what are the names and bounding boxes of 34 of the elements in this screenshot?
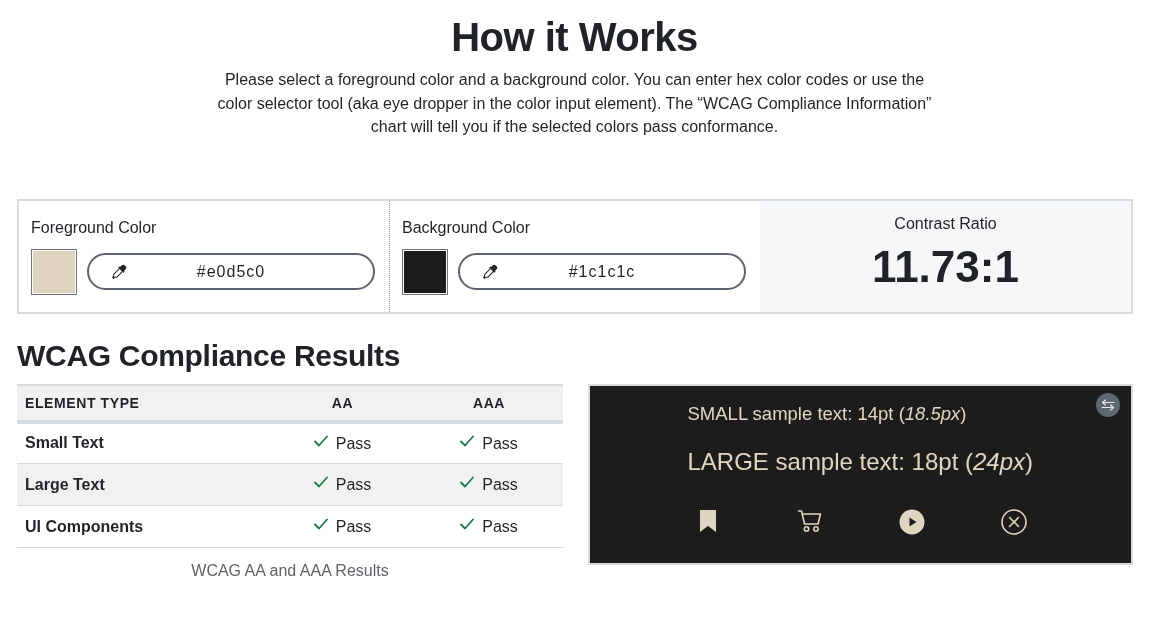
result-label: Pass <box>482 475 518 494</box>
sample-large-text: LARGE sample text: 18pt (24px) <box>687 446 1033 477</box>
swap-colors-button[interactable] <box>1096 392 1120 417</box>
element-type-cell: Large Text <box>17 463 270 506</box>
column-header: AA <box>270 384 415 422</box>
eyedropper-icon[interactable] <box>111 263 127 280</box>
close-icon <box>1000 508 1027 535</box>
page-title: How it Works <box>450 14 699 61</box>
cart-icon <box>796 508 823 533</box>
swap-arrows-icon <box>1101 398 1115 411</box>
element-type-cell: UI Components <box>17 505 270 548</box>
hex-input-field[interactable]: #e0d5c0 <box>87 253 375 290</box>
sample-small-text: SMALL sample text: 14pt (18.5px) <box>687 401 967 426</box>
element-type-cell: Small Text <box>17 421 270 464</box>
column-header: AAA <box>415 384 563 422</box>
result-label: Pass <box>335 517 372 536</box>
result-label: Pass <box>335 434 372 453</box>
contrast-ratio-value: 11.73:1 <box>872 240 1019 293</box>
result-label: Pass <box>335 475 372 494</box>
column-header: ELEMENT TYPE <box>17 384 270 422</box>
color-label: Background Color <box>402 217 532 238</box>
intro-paragraph: Please select a foreground color and a background color. You can enter hex color codes or use the color selector tool (aka eye dropper in the color input element). The “WCAG Compliance Information” chart will tell you if the selected colors pass conformance. <box>216 70 933 137</box>
color-label: Foreground Color <box>31 217 158 238</box>
section-heading: WCAG Compliance Results <box>17 337 402 374</box>
contrast-label: Contrast Ratio <box>894 213 997 234</box>
color-swatch-icon[interactable] <box>31 248 77 295</box>
color-swatch-icon[interactable] <box>402 248 448 295</box>
bookmark-icon <box>697 508 718 533</box>
table-caption: WCAG AA and AAA Results <box>191 561 389 581</box>
hex-input-field[interactable]: #1c1c1c <box>458 253 746 290</box>
result-label: Pass <box>482 434 518 453</box>
result-label: Pass <box>482 517 518 536</box>
eyedropper-icon[interactable] <box>482 263 498 280</box>
play-icon <box>898 508 925 535</box>
